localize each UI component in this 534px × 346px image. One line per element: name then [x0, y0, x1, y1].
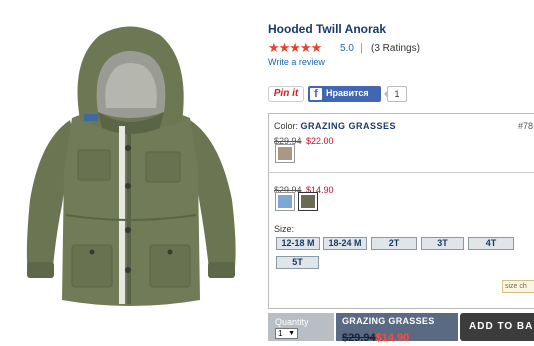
add-to-bag-button[interactable]: ADD TO BA	[460, 313, 534, 341]
size-button-2t[interactable]: 2T	[371, 237, 417, 250]
rating-score[interactable]: 5.0	[340, 43, 354, 54]
size-chart-link[interactable]: size ch	[502, 280, 534, 293]
quantity-label: Quantity	[275, 317, 309, 327]
size-label: Size:	[274, 224, 295, 234]
facebook-like-count: 1	[384, 86, 407, 102]
selection-summary: GRAZING GRASSES $29.94$14.90	[336, 313, 458, 344]
color-selection-line: Color: GRAZING GRASSES	[274, 121, 396, 131]
divider	[269, 172, 534, 173]
color-label: Color:	[274, 121, 301, 131]
facebook-like-label: Нравится	[326, 88, 369, 98]
quantity-select[interactable]: 1 ▼	[275, 328, 298, 339]
chevron-down-icon: ▼	[288, 330, 295, 337]
sale-price: $22.00	[305, 136, 334, 146]
ratings-count: (3 Ratings)	[371, 43, 420, 54]
facebook-like-button[interactable]: f Нравится	[308, 86, 381, 102]
color-swatch-tan[interactable]	[275, 144, 295, 163]
star-rating-icon[interactable]: ★★★★★	[268, 40, 322, 56]
item-number: #78	[518, 121, 534, 131]
add-to-bag-label: ADD TO BA	[469, 321, 534, 332]
jacket-illustration	[26, 26, 236, 307]
color-swatch-grazing-grasses[interactable]	[298, 192, 318, 211]
color-swatch-blue[interactable]	[275, 192, 295, 211]
rating-separator: |	[360, 42, 363, 54]
summary-prices: $29.94$14.90	[342, 328, 409, 346]
size-button-5t[interactable]: 5T	[276, 256, 319, 269]
size-button-4t[interactable]: 4T	[468, 237, 514, 250]
pinterest-icon: Pin it	[273, 88, 299, 99]
summary-color: GRAZING GRASSES	[342, 316, 435, 326]
summary-sale-price: $14.90	[375, 332, 410, 344]
quantity-value: 1	[278, 329, 283, 338]
facebook-icon: f	[310, 88, 322, 100]
pinterest-pin-button[interactable]: Pin it	[268, 86, 304, 102]
quantity-box: Quantity 1 ▼	[268, 313, 334, 341]
size-button-18-24m[interactable]: 18-24 M	[323, 237, 367, 250]
product-title: Hooded Twill Anorak	[268, 22, 387, 36]
write-review-link[interactable]: Write a review	[268, 57, 325, 67]
color-value: GRAZING GRASSES	[300, 121, 397, 131]
size-button-3t[interactable]: 3T	[421, 237, 464, 250]
summary-original-price: $29.94	[342, 332, 376, 344]
product-image[interactable]	[0, 0, 262, 341]
size-button-12-18m[interactable]: 12-18 M	[276, 237, 320, 250]
